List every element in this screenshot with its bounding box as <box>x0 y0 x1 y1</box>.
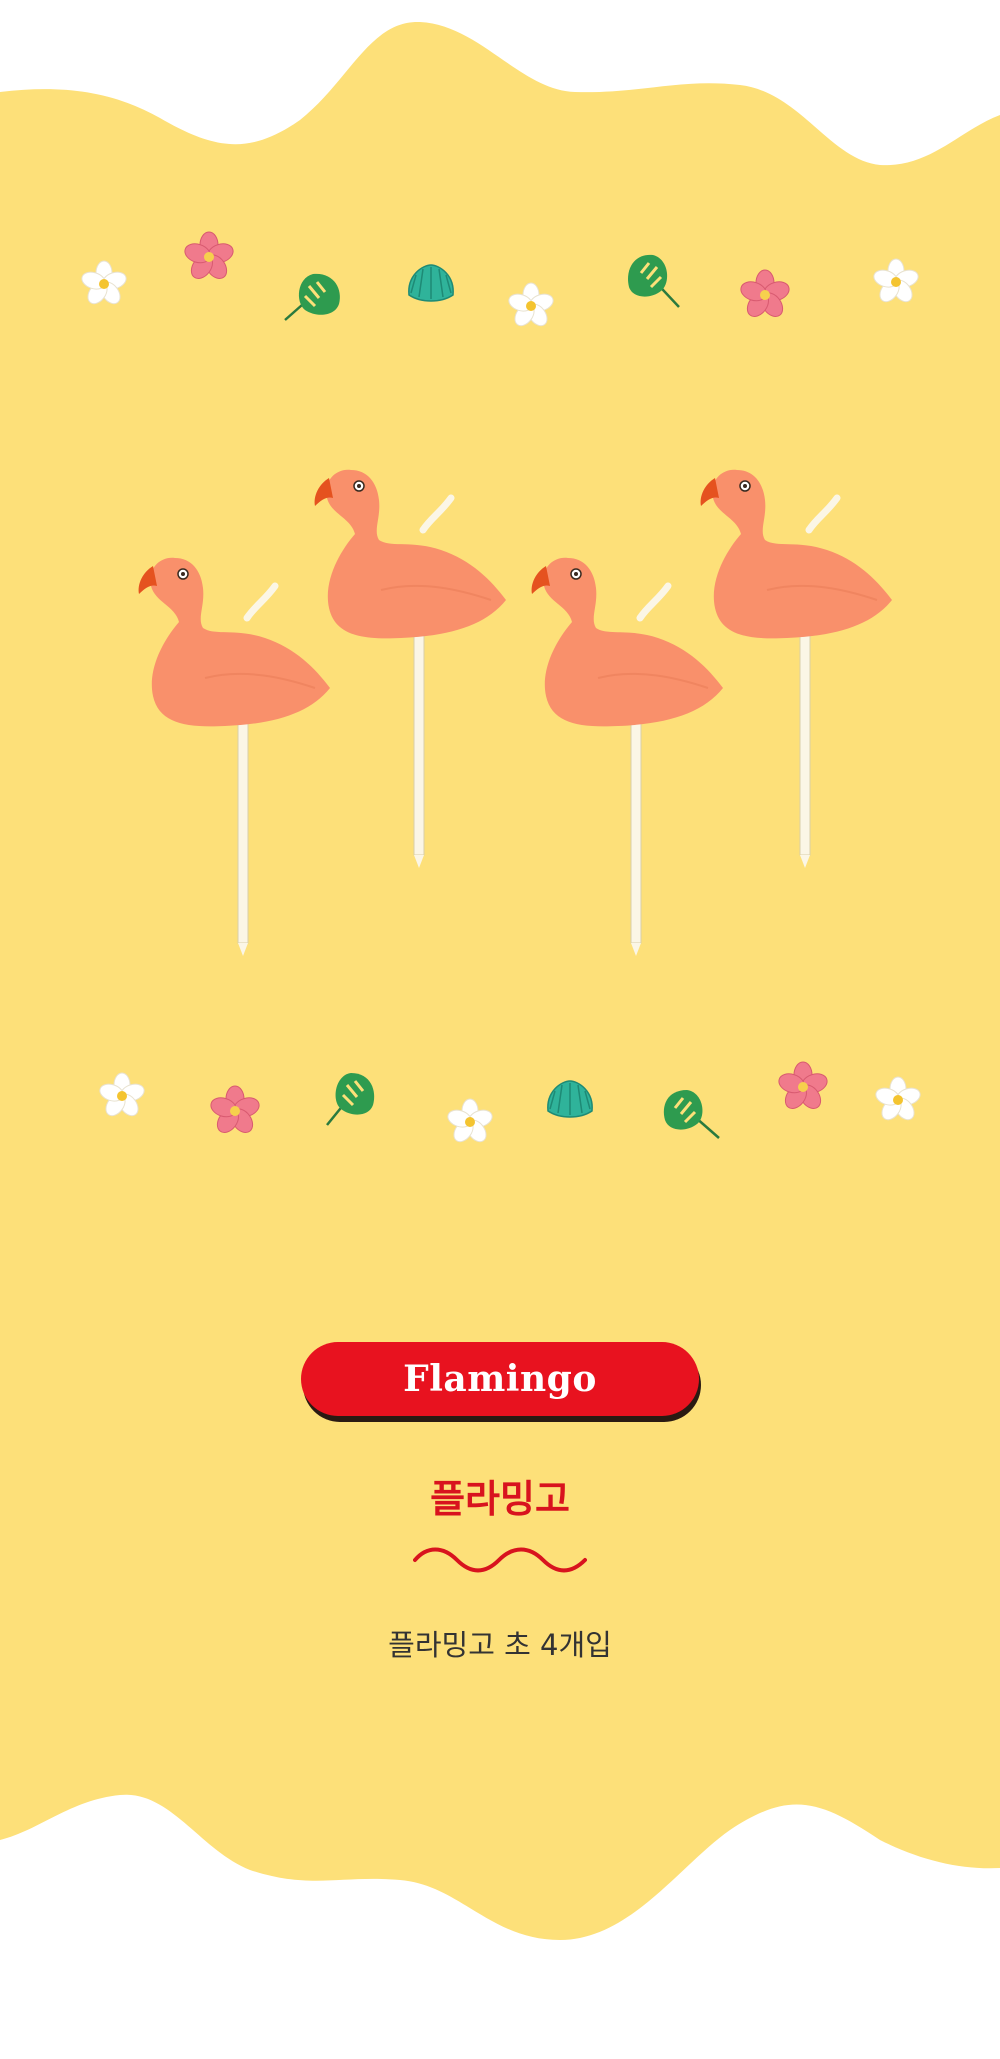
monstera-leaf-icon <box>628 254 680 308</box>
monstera-leaf-icon <box>326 1073 375 1126</box>
monstera-leaf-icon <box>284 273 340 321</box>
product-title-kr: 플라밍고 <box>430 1477 570 1521</box>
wavy-line-icon <box>413 1547 587 1573</box>
pink-flower-icon <box>210 1085 260 1133</box>
white-flower-icon <box>81 260 127 305</box>
white-flower-icon <box>873 258 919 303</box>
white-flower-icon <box>447 1098 493 1143</box>
flamingo-candle-icon <box>138 557 330 956</box>
product-title-en: Flamingo <box>403 1358 597 1400</box>
pink-flower-icon <box>778 1061 828 1109</box>
white-flower-icon <box>99 1072 145 1117</box>
pink-flower-icon <box>184 231 234 279</box>
flamingo-candle-icon <box>314 469 506 868</box>
white-flower-icon <box>508 282 554 327</box>
pink-flower-icon <box>740 269 790 317</box>
product-description: 플라밍고 초 4개입 <box>388 1628 612 1662</box>
flamingo-candle-icon <box>700 469 892 868</box>
white-flower-icon <box>875 1076 921 1121</box>
yellow-wavy-background <box>0 21 1000 1940</box>
product-title-pill: Flamingo <box>301 1342 699 1416</box>
monstera-leaf-icon <box>663 1090 720 1139</box>
seashell-icon <box>547 1080 593 1118</box>
seashell-icon <box>408 264 454 302</box>
